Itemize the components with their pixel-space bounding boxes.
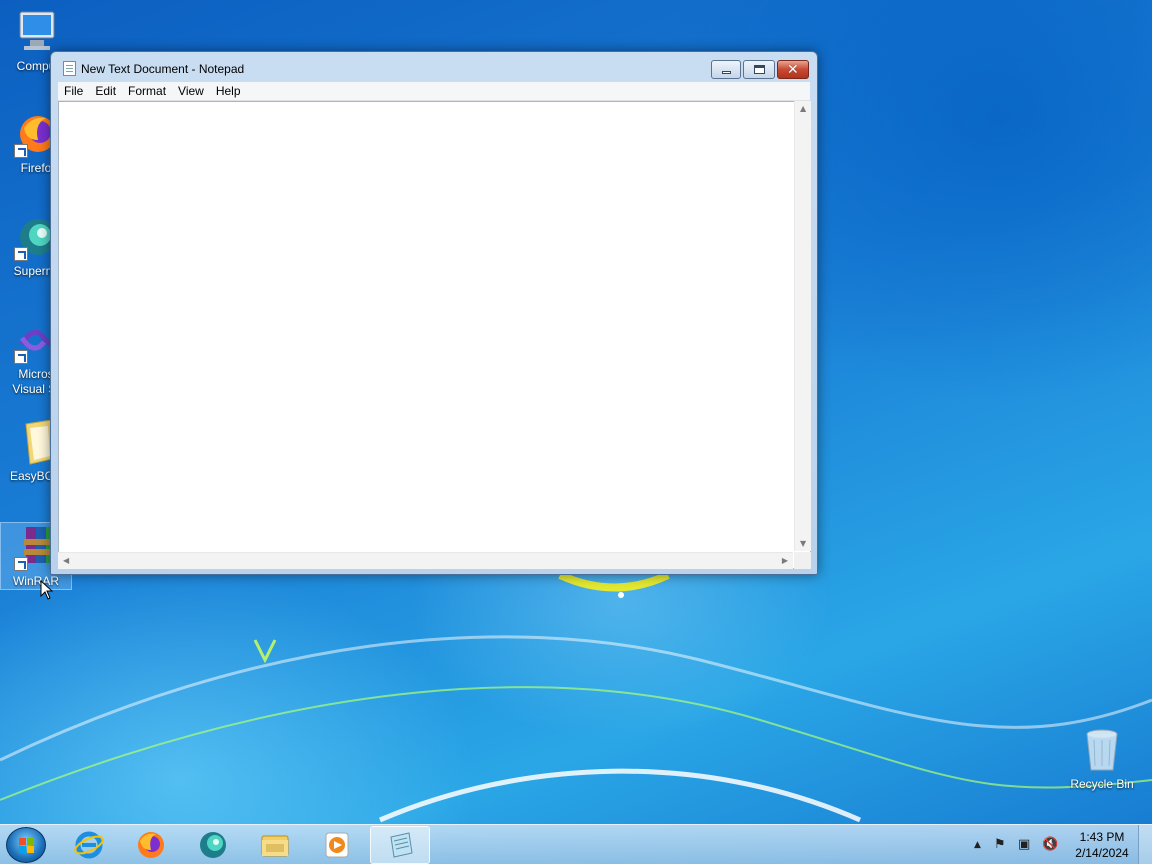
clock-date: 2/14/2024 — [1075, 846, 1129, 860]
firefox-icon — [138, 832, 164, 858]
scroll-down-icon[interactable]: ▼ — [800, 539, 806, 548]
action-center-flag-icon[interactable]: ⚑ — [994, 837, 1006, 852]
scrollbars: ▲ ▼ ◀ ▶ — [58, 101, 811, 569]
horizontal-scrollbar[interactable]: ◀ ▶ — [58, 552, 793, 569]
taskbar-supermium[interactable] — [184, 826, 244, 864]
close-button[interactable]: ✕ — [777, 60, 809, 79]
taskbar-firefox[interactable] — [122, 826, 182, 864]
notepad-window[interactable]: New Text Document - Notepad ✕ File Edit Fo… — [50, 51, 818, 575]
desktop-icon-label: Recycle Bin — [1070, 777, 1134, 791]
windows-logo-icon — [19, 838, 35, 854]
desktop-icon-label: WinRAR — [12, 574, 59, 588]
menu-file[interactable]: File — [58, 82, 89, 101]
resize-grip[interactable] — [794, 552, 811, 569]
notepad-icon — [390, 832, 413, 858]
internet-explorer-icon — [74, 831, 104, 859]
scroll-right-icon[interactable]: ▶ — [782, 556, 788, 565]
vertical-scrollbar[interactable]: ▲ ▼ — [794, 101, 811, 551]
close-icon: ✕ — [787, 62, 799, 78]
maximize-icon — [754, 65, 765, 74]
recycle-bin-icon — [1078, 726, 1126, 774]
mouse-cursor-icon — [40, 580, 54, 600]
shortcut-arrow-icon — [14, 144, 28, 158]
maximize-button[interactable] — [743, 60, 775, 79]
taskbar: ▲ ⚑ ▣ 🔇 1:43 PM 2/14/2024 — [0, 824, 1152, 864]
computer-icon — [12, 8, 60, 56]
start-button[interactable] — [6, 827, 46, 863]
clock-time: 1:43 PM — [1079, 830, 1125, 844]
menu-help[interactable]: Help — [210, 82, 247, 101]
window-title: New Text Document - Notepad — [81, 62, 245, 76]
clock[interactable]: 1:43 PM 2/14/2024 — [1070, 829, 1134, 861]
scroll-left-icon[interactable]: ◀ — [63, 556, 69, 565]
notepad-icon — [63, 61, 76, 76]
scroll-up-icon[interactable]: ▲ — [800, 104, 806, 113]
shortcut-arrow-icon — [14, 557, 28, 571]
taskbar-file-explorer[interactable] — [246, 826, 306, 864]
desktop-icon-recycle-bin[interactable]: Recycle Bin — [1064, 726, 1140, 792]
menu-format[interactable]: Format — [122, 82, 172, 101]
show-hidden-icons-icon[interactable]: ▲ — [974, 840, 981, 850]
menu-view[interactable]: View — [172, 82, 210, 101]
minimize-button[interactable] — [711, 60, 741, 79]
show-desktop-button[interactable] — [1138, 825, 1152, 864]
supermium-icon — [200, 832, 226, 858]
shortcut-arrow-icon — [14, 350, 28, 364]
shortcut-arrow-icon — [14, 247, 28, 261]
folder-icon — [261, 835, 289, 857]
taskbar-internet-explorer[interactable] — [60, 826, 120, 864]
volume-muted-icon[interactable]: 🔇 — [1042, 837, 1058, 852]
network-icon[interactable]: ▣ — [1018, 837, 1030, 852]
taskbar-notepad[interactable] — [370, 826, 430, 864]
minimize-icon — [722, 71, 731, 74]
menu-bar: File Edit Format View Help — [58, 82, 810, 101]
taskbar-media-player[interactable] — [308, 826, 368, 864]
media-player-icon — [325, 832, 349, 858]
title-bar[interactable]: New Text Document - Notepad ✕ — [51, 52, 817, 82]
menu-edit[interactable]: Edit — [89, 82, 122, 101]
